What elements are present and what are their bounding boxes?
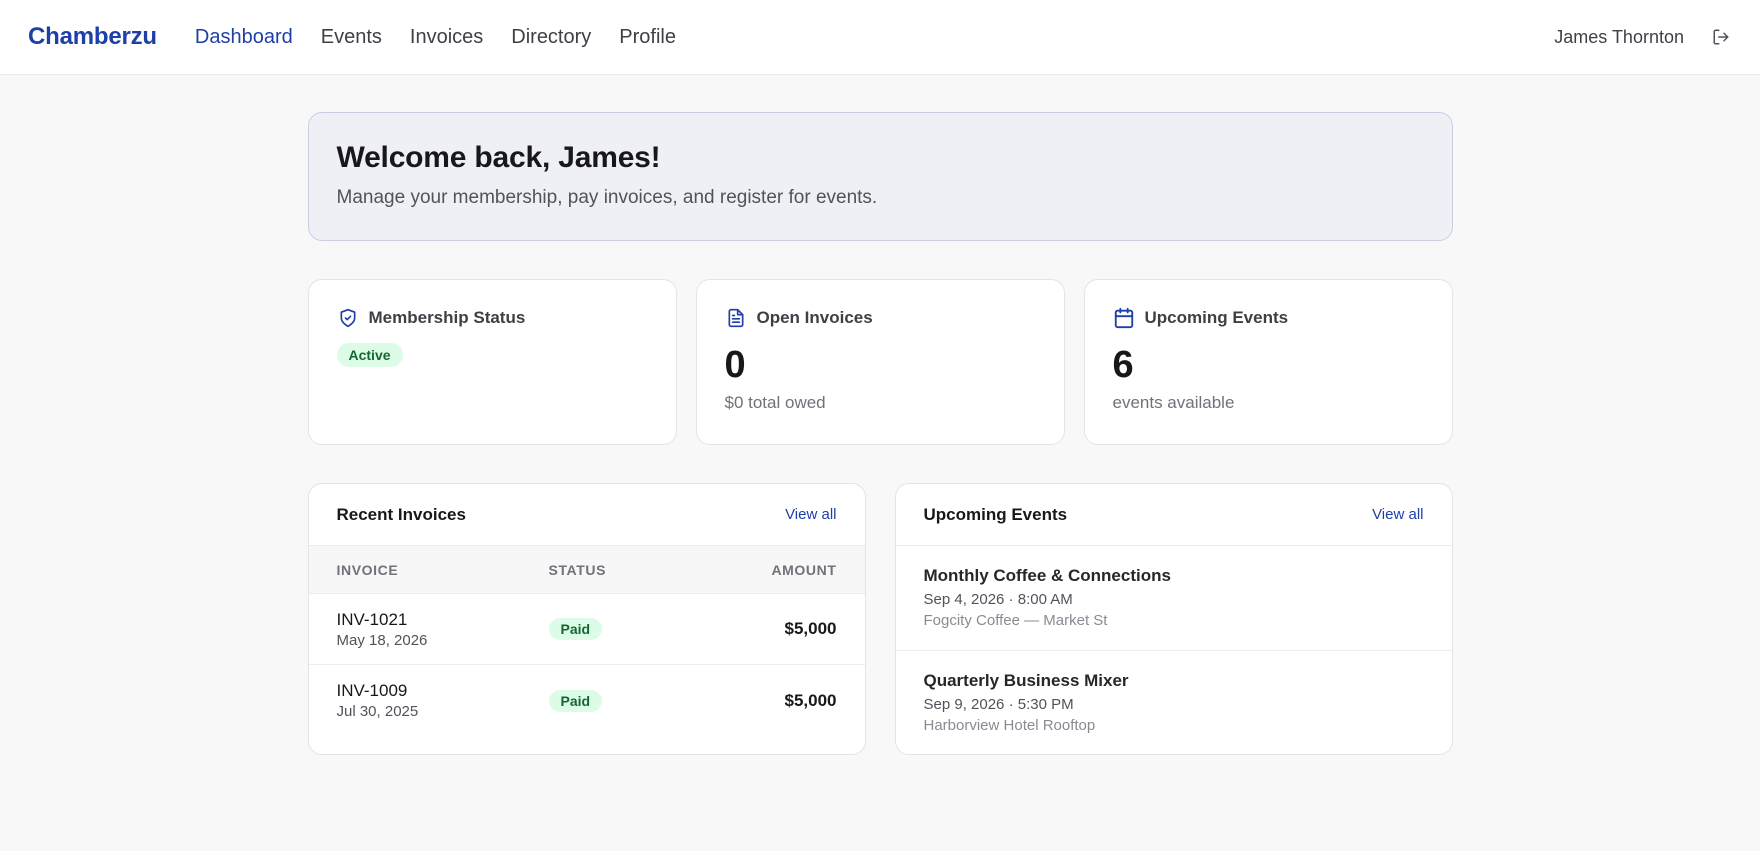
invoices-view-all-link[interactable]: View all <box>785 506 836 523</box>
invoice-amount: $5,000 <box>784 690 837 710</box>
open-invoices-card: Open Invoices 0 $0 total owed <box>695 279 1065 445</box>
brand-logo[interactable]: Chamberzu <box>28 23 157 51</box>
status-badge: Paid <box>548 689 603 712</box>
welcome-subtitle: Manage your membership, pay invoices, an… <box>336 187 878 208</box>
open-invoices-count: 0 <box>724 344 746 386</box>
welcome-title: Welcome back, James! <box>336 141 661 174</box>
nav-link-profile[interactable]: Profile <box>619 26 676 49</box>
event-location: Harborview Hotel Rooftop <box>923 717 1096 734</box>
user-name[interactable]: James Thornton <box>1554 27 1684 48</box>
nav-link-invoices[interactable]: Invoices <box>410 26 483 49</box>
list-item[interactable]: Monthly Coffee & Connections Sep 4, 2026… <box>895 546 1452 651</box>
invoice-number[interactable]: INV-1021 <box>337 610 549 630</box>
table-row[interactable]: INV-1009 Jul 30, 2025 Paid $5,000 <box>309 665 865 736</box>
open-invoices-title: Open Invoices <box>756 308 873 327</box>
event-datetime: Sep 4, 2026 · 8:00 AM <box>923 591 1073 608</box>
status-badge: Paid <box>548 618 603 640</box>
open-invoices-total: $0 total owed <box>724 393 826 412</box>
nav-link-directory[interactable]: Directory <box>511 26 591 49</box>
shield-check-icon <box>337 307 359 329</box>
main-nav: Dashboard Events Invoices Directory Prof… <box>195 26 676 49</box>
dashboard-main: Welcome back, James! Manage your members… <box>307 112 1453 755</box>
upcoming-events-caption: events available <box>1112 393 1235 412</box>
column-header-amount: AMOUNT <box>771 561 837 578</box>
upcoming-events-title: Upcoming Events <box>1144 308 1289 327</box>
nav-link-events[interactable]: Events <box>321 26 382 49</box>
invoice-table-header: INVOICE STATUS AMOUNT <box>308 546 865 594</box>
document-icon <box>725 307 747 329</box>
event-name[interactable]: Monthly Coffee & Connections <box>924 566 1424 586</box>
events-view-all-link[interactable]: View all <box>1372 506 1423 523</box>
event-datetime: Sep 9, 2026 · 5:30 PM <box>923 696 1074 713</box>
top-navigation-bar: Chamberzu Dashboard Events Invoices Dire… <box>0 0 1760 75</box>
membership-status-title: Membership Status <box>368 308 526 327</box>
upcoming-events-count: 6 <box>1112 344 1134 386</box>
event-name[interactable]: Quarterly Business Mixer <box>924 671 1424 691</box>
recent-invoices-title: Recent Invoices <box>336 504 466 524</box>
event-location: Fogcity Coffee — Market St <box>923 612 1108 629</box>
recent-invoices-panel: Recent Invoices View all INVOICE STATUS … <box>307 483 866 755</box>
membership-status-card: Membership Status Active <box>307 279 677 445</box>
invoice-number[interactable]: INV-1009 <box>337 681 549 701</box>
upcoming-events-card: Upcoming Events 6 events available <box>1083 279 1453 445</box>
upcoming-events-panel-title: Upcoming Events <box>923 504 1068 524</box>
logout-icon[interactable] <box>1710 26 1732 48</box>
upcoming-events-panel: Upcoming Events View all Monthly Coffee … <box>894 483 1453 755</box>
membership-status-badge: Active <box>336 343 403 367</box>
invoice-date: May 18, 2026 <box>336 631 428 649</box>
welcome-banner: Welcome back, James! Manage your members… <box>307 112 1453 241</box>
column-header-invoice: INVOICE <box>336 561 399 578</box>
column-header-status: STATUS <box>548 561 607 578</box>
stats-row: Membership Status Active Open Invoices 0 <box>307 279 1453 445</box>
list-item[interactable]: Quarterly Business Mixer Sep 9, 2026 · 5… <box>896 651 1452 754</box>
table-row[interactable]: INV-1021 May 18, 2026 Paid $5,000 <box>308 594 865 665</box>
panels-row: Recent Invoices View all INVOICE STATUS … <box>307 483 1453 755</box>
nav-link-dashboard[interactable]: Dashboard <box>195 26 293 49</box>
invoice-amount: $5,000 <box>784 619 837 638</box>
invoice-date: Jul 30, 2025 <box>336 703 419 720</box>
user-area: James Thornton <box>1554 26 1732 48</box>
calendar-icon <box>1113 307 1135 329</box>
